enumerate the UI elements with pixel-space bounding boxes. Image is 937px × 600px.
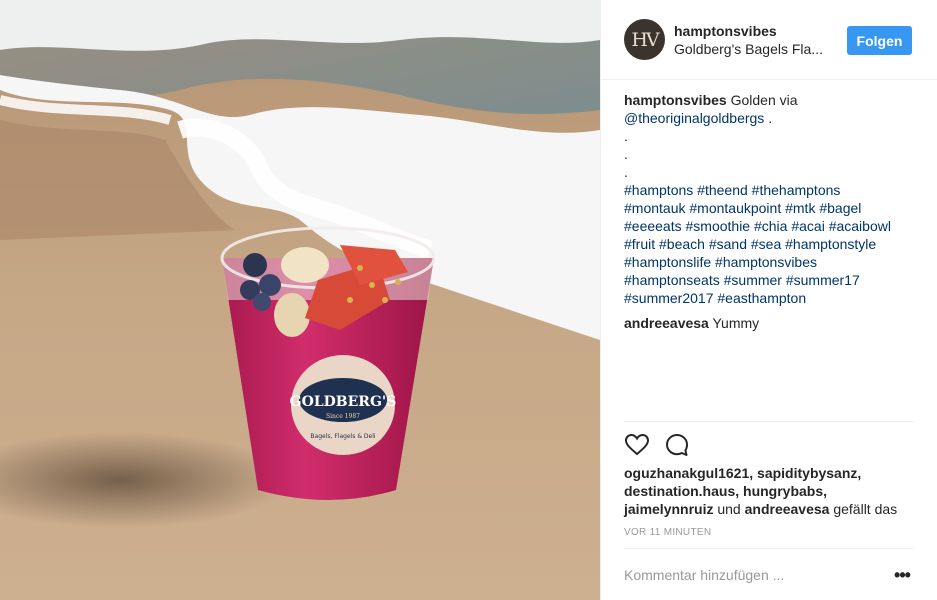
post-timestamp[interactable]: VOR 11 MINUTEN: [624, 527, 711, 538]
post-photo[interactable]: GOLDBERG'S Since 1987 Bagels, Flagels & …: [0, 0, 600, 600]
follow-button[interactable]: Folgen: [847, 26, 912, 55]
caption-after-mention: .: [764, 110, 773, 126]
cup-since-text: Since 1987: [326, 413, 360, 420]
comment-input[interactable]: [624, 564, 874, 586]
speech-bubble-icon[interactable]: [664, 432, 690, 458]
divider: [624, 421, 914, 422]
comment-username[interactable]: andreeavesa: [624, 315, 709, 331]
caption-dot-line: .: [624, 164, 628, 180]
caption-text: Golden via: [730, 92, 798, 108]
likes-conjunction: und: [713, 501, 745, 517]
hashtag-line[interactable]: #eeeeats #smoothie #chia #acai #acaibowl: [624, 217, 914, 235]
more-options-button[interactable]: •••: [892, 564, 912, 586]
hashtag-line[interactable]: #hamptonslife #hamptonsvibes: [624, 253, 914, 271]
avatar[interactable]: HV: [624, 19, 665, 60]
post-header: HV hamptonsvibes Goldberg's Bagels Fla..…: [601, 0, 937, 80]
hashtag-line[interactable]: #summer2017 #easthampton: [624, 289, 914, 307]
caption-dot-line: .: [624, 128, 628, 144]
liker-names[interactable]: jaimelynnruiz: [624, 501, 713, 517]
cup-tagline-text: Bagels, Flagels & Deli: [310, 433, 375, 440]
divider: [624, 548, 914, 549]
post-caption: hamptonsvibes Golden via @theoriginalgol…: [624, 91, 914, 307]
post-details-panel: HV hamptonsvibes Goldberg's Bagels Fla..…: [600, 0, 937, 600]
action-bar: [624, 432, 704, 458]
liker-names[interactable]: andreeavesa: [745, 501, 830, 517]
caption-dot-line: .: [624, 146, 628, 162]
header-username[interactable]: hamptonsvibes: [674, 23, 777, 39]
liker-names[interactable]: destination.haus, hungrybabs,: [624, 483, 827, 499]
caption-username[interactable]: hamptonsvibes: [624, 92, 727, 108]
instagram-post: GOLDBERG'S Since 1987 Bagels, Flagels & …: [0, 0, 937, 600]
likes-suffix: gefällt das: [829, 501, 898, 517]
beach-acai-cup-image: GOLDBERG'S Since 1987 Bagels, Flagels & …: [0, 0, 600, 600]
location-link[interactable]: Goldberg's Bagels Fla...: [674, 41, 823, 57]
hashtag-line[interactable]: #montauk #montaukpoint #mtk #bagel: [624, 199, 914, 217]
comment-form: •••: [624, 558, 914, 592]
hashtag-line[interactable]: #hamptons #theend #thehamptons: [624, 181, 914, 199]
likes-summary: oguzhanakgul1621, sapiditybysanz, destin…: [624, 464, 914, 518]
comment-item: andreeavesa Yummy: [624, 314, 914, 332]
heart-icon[interactable]: [624, 432, 650, 458]
caption-mention-link[interactable]: @theoriginalgoldbergs: [624, 110, 764, 126]
hashtag-line[interactable]: #fruit #beach #sand #sea #hamptonstyle: [624, 235, 914, 253]
hashtag-line[interactable]: #hamptonseats #summer #summer17: [624, 271, 914, 289]
cup-brand-text: GOLDBERG'S: [290, 394, 397, 410]
liker-names[interactable]: oguzhanakgul1621, sapiditybysanz,: [624, 465, 861, 481]
avatar-initials: HV: [631, 28, 659, 51]
comment-text: Yummy: [712, 315, 760, 331]
